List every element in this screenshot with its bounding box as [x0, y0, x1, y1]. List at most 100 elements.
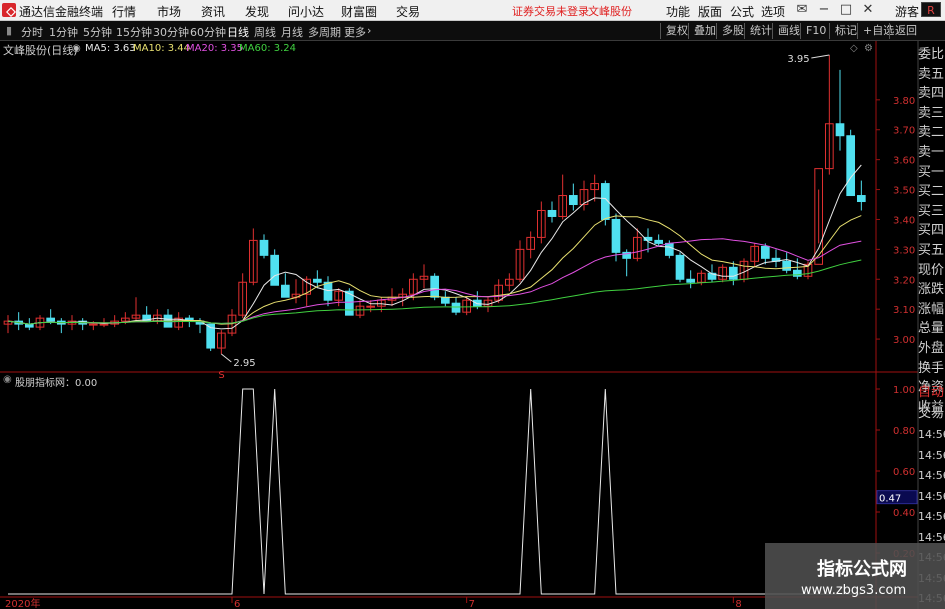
y-tick-label: 3.60	[893, 156, 915, 167]
period-multi[interactable]: 多周期	[308, 24, 341, 40]
quote-field-1: 卖五	[918, 66, 945, 82]
candle-body	[88, 323, 98, 326]
quote-field-7: 买二	[918, 184, 945, 200]
chevron-right-icon[interactable]: ›	[367, 24, 371, 37]
candle-body	[782, 260, 792, 271]
btn-f10[interactable]: F10	[800, 23, 826, 39]
y-tick-label: 3.40	[893, 215, 915, 226]
kline-chart-svg: 3.80 3.70 3.60 3.50 3.40 3.30 3.20 3.10 3.00 3.95…	[0, 41, 919, 609]
indicator-settings-icon[interactable]: ◉	[3, 374, 12, 385]
candle-body	[568, 195, 578, 206]
quote-field-4: 卖二	[918, 125, 945, 141]
x-tick-label: 8	[735, 599, 741, 609]
period-30min[interactable]: 30分钟	[153, 24, 189, 40]
maximize-icon[interactable]: □	[837, 1, 855, 19]
watermark: 指标公式网 www.zbgs3.com	[765, 543, 945, 609]
r-badge[interactable]: R	[921, 2, 941, 17]
trade-field-0[interactable]: 自动	[918, 383, 945, 404]
candle-body	[686, 278, 696, 283]
y-tick-label: 3.70	[893, 126, 915, 137]
toolbar-scroll-icon[interactable]: ▮	[6, 24, 12, 37]
title-bar: 通达信金融终端 行情 市场 资讯 发现 问小达 财富圈 交易 证券交易未登录 文…	[0, 0, 945, 21]
candle-body	[856, 195, 866, 203]
trade-field-5: 14:56	[918, 489, 945, 503]
btn-huaxian[interactable]: 画线	[772, 23, 800, 39]
ma20-legend: MA20: 3.35	[186, 43, 244, 54]
menu-caifuquan[interactable]: 财富圈	[341, 3, 377, 20]
candle-body	[835, 123, 845, 137]
candle-body	[675, 254, 685, 280]
menu-gongneng[interactable]: 功能	[666, 3, 690, 20]
btn-back[interactable]: 返回	[889, 23, 917, 39]
candle-body	[46, 317, 56, 322]
period-daily[interactable]: 日线	[227, 24, 249, 40]
menu-xuanxiang[interactable]: 选项	[761, 3, 785, 20]
candle-body	[792, 269, 802, 277]
ind-current-value: 0.47	[879, 494, 901, 505]
user-label[interactable]: 游客	[895, 3, 919, 20]
indicator-line	[8, 388, 862, 595]
ma60-legend: MA60: 3.24	[239, 43, 297, 54]
menu-banmian[interactable]: 版面	[698, 3, 722, 20]
minimize-icon[interactable]: −	[815, 1, 833, 19]
quote-field-3: 卖三	[918, 105, 945, 121]
candle-body	[472, 299, 482, 307]
menu-wenxiaoda[interactable]: 问小达	[288, 3, 324, 20]
menu-faxian[interactable]: 发现	[245, 3, 269, 20]
trade-field-2: 14:56	[918, 428, 945, 441]
chart-area: 3.80 3.70 3.60 3.50 3.40 3.30 3.20 3.10 3.00 3.95…	[0, 41, 945, 609]
high-pointer	[811, 54, 830, 59]
trade-field-1[interactable]: 交易	[918, 404, 945, 425]
candle-body	[846, 135, 856, 197]
chart-option-icon[interactable]: ◇	[850, 43, 858, 54]
btn-tongji[interactable]: 统计	[744, 23, 772, 39]
btn-diejia[interactable]: 叠加	[688, 23, 716, 39]
menu-hangqing[interactable]: 行情	[112, 3, 136, 20]
period-monthly[interactable]: 月线	[281, 24, 303, 40]
login-status[interactable]: 证券交易未登录	[512, 3, 589, 19]
candle-body	[654, 239, 664, 244]
btn-biaoji[interactable]: 标记	[829, 23, 857, 39]
candle-body	[451, 302, 461, 313]
period-toolbar: ▮ 分时 1分钟 5分钟 15分钟 30分钟 60分钟 日线 周线 月线 多周期…	[0, 21, 945, 41]
period-15min[interactable]: 15分钟	[116, 24, 152, 40]
trade-field-3: 14:56	[918, 448, 945, 462]
ind-y-tick-label: 0.60	[893, 467, 915, 478]
quote-field-12: 涨跌	[918, 282, 945, 298]
quote-field-13: 涨幅	[918, 301, 945, 317]
quote-field-0: 委比	[918, 47, 945, 62]
candle-body	[366, 305, 376, 308]
menu-shichang[interactable]: 市场	[157, 3, 181, 20]
indicator-title: 股朋指标网：0.00	[15, 378, 98, 389]
trade-field-4: 14:56	[918, 469, 945, 482]
quote-field-8: 买三	[918, 203, 945, 219]
sell-signal-marker: S	[218, 370, 224, 381]
period-fenshi[interactable]: 分时	[21, 24, 43, 40]
quote-field-14: 总量	[918, 321, 945, 337]
y-tick-label: 3.50	[893, 186, 915, 197]
close-icon[interactable]: ✕	[859, 1, 877, 19]
candle-body	[440, 296, 450, 304]
current-stock-name: 文峰股份	[588, 5, 632, 18]
ma-settings-icon[interactable]: ◉	[72, 43, 81, 54]
menu-zixun[interactable]: 资讯	[201, 3, 225, 20]
period-weekly[interactable]: 周线	[254, 24, 276, 40]
btn-fuquan[interactable]: 复权	[660, 23, 688, 39]
y-tick-label: 3.10	[893, 305, 915, 316]
mail-icon[interactable]: ✉	[793, 1, 811, 19]
candle-body	[259, 239, 269, 256]
trade-field-6: 14:56	[918, 510, 945, 523]
quote-field-6: 买一	[918, 164, 945, 180]
app-logo-icon	[2, 3, 16, 17]
menu-jiaoyi[interactable]: 交易	[396, 3, 420, 20]
watermark-url: www.zbgs3.com	[801, 583, 907, 598]
menu-gongshi[interactable]: 公式	[730, 3, 754, 20]
app-title: 通达信金融终端	[19, 5, 104, 19]
y-tick-label: 3.00	[893, 335, 915, 346]
btn-duogu[interactable]: 多股	[716, 23, 744, 39]
period-60min[interactable]: 60分钟	[190, 24, 226, 40]
period-1min[interactable]: 1分钟	[49, 24, 78, 40]
period-more[interactable]: 更多	[344, 24, 366, 40]
chart-settings-icon[interactable]: ⚙	[864, 43, 873, 54]
period-5min[interactable]: 5分钟	[83, 24, 112, 40]
